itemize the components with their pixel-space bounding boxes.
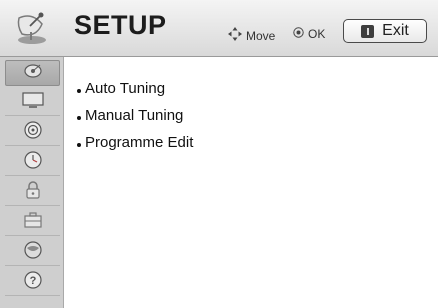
ok-hint-label: OK (308, 27, 326, 41)
sidebar-item-lock[interactable] (5, 180, 60, 206)
clock-icon (23, 150, 43, 175)
main-panel: Auto Tuning Manual Tuning Programme Edit (64, 57, 438, 308)
ok-hint: OK (293, 27, 325, 41)
sidebar-item-time[interactable] (5, 150, 60, 176)
lock-icon (24, 180, 42, 205)
sidebar-item-support[interactable]: ? (5, 270, 60, 296)
menu-item-auto-tuning[interactable]: Auto Tuning (77, 75, 193, 102)
dpad-arrows-icon (228, 27, 242, 44)
menu-item-programme-edit[interactable]: Programme Edit (77, 129, 193, 156)
exit-button-label: Exit (382, 22, 409, 39)
sidebar: ? (0, 57, 64, 308)
menu-item-label: Manual Tuning (85, 107, 184, 124)
network-icon (23, 240, 43, 265)
sidebar-item-option[interactable] (5, 210, 60, 236)
setup-screen: SETUP Move OK Exit ? Auto Tuning Manual … (0, 0, 438, 308)
toolbox-icon (22, 211, 44, 234)
sidebar-item-channel[interactable] (5, 60, 60, 86)
display-icon (21, 91, 45, 114)
move-hint-label: Move (246, 28, 276, 43)
menu-item-label: Programme Edit (85, 134, 194, 151)
exit-key-icon (361, 24, 375, 38)
sidebar-item-network[interactable] (5, 240, 60, 266)
satellite-dish-icon (22, 62, 44, 85)
bullet-icon (77, 88, 81, 93)
setup-satellite-logo-icon (14, 10, 50, 46)
menu-item-label: Auto Tuning (85, 80, 166, 97)
menu-item-manual-tuning[interactable]: Manual Tuning (77, 102, 193, 129)
sidebar-item-audio[interactable] (5, 120, 60, 146)
bullet-icon (77, 142, 81, 147)
page-title: SETUP (74, 10, 167, 40)
audio-icon (23, 120, 43, 145)
setup-menu: Auto Tuning Manual Tuning Programme Edit (77, 75, 193, 156)
bullet-icon (77, 115, 81, 120)
sidebar-item-picture[interactable] (5, 90, 60, 116)
help-icon: ? (23, 270, 43, 295)
move-hint: Move (228, 27, 275, 44)
ok-button-icon (293, 27, 304, 41)
exit-button[interactable]: Exit (343, 19, 427, 43)
svg-text:?: ? (29, 275, 36, 287)
header-bar: SETUP Move OK Exit (0, 0, 438, 57)
